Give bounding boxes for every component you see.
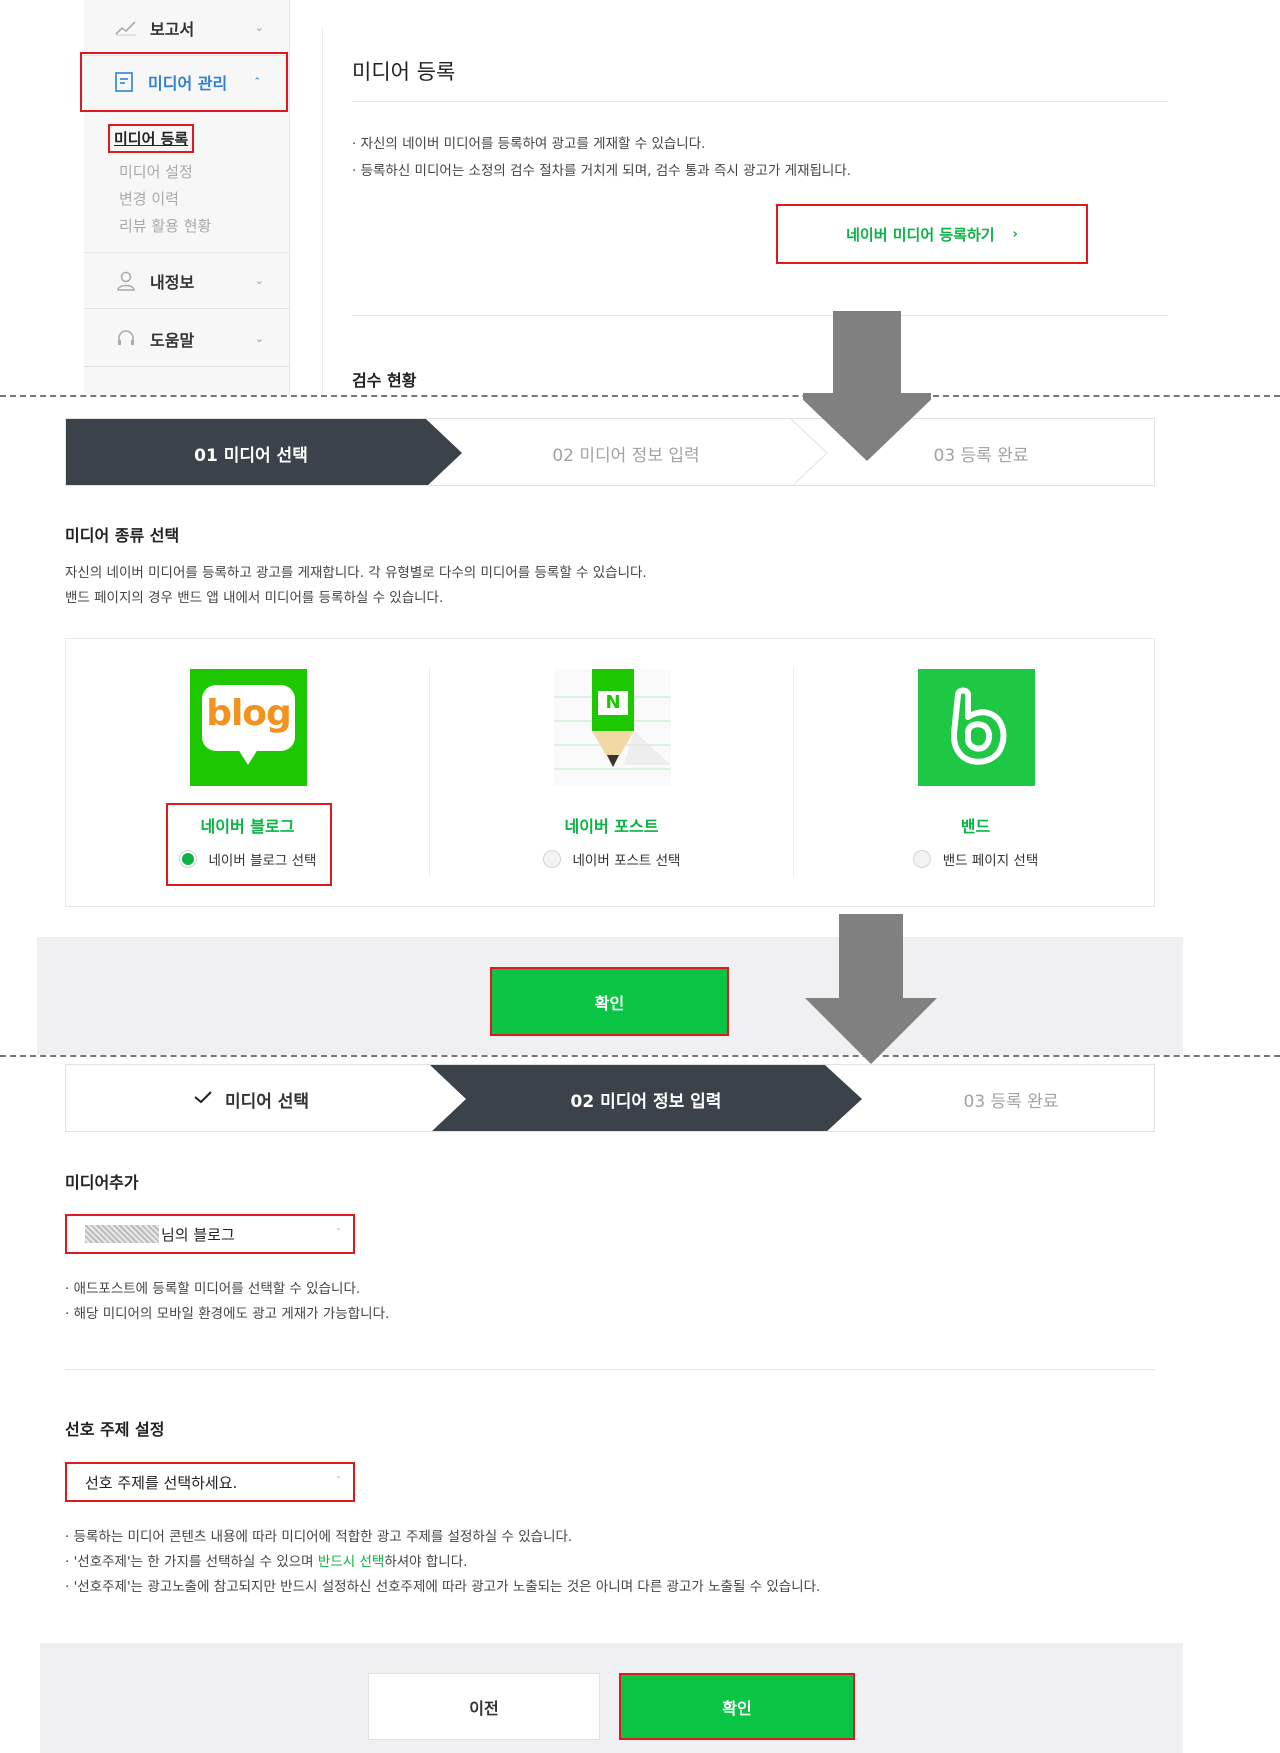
media-name-band: 밴드 [960, 817, 991, 836]
radio-blog[interactable] [178, 850, 197, 868]
media-type-title: 미디어 종류 선택 [65, 526, 180, 545]
topic-note-1: · 등록하는 미디어 콘텐츠 내용에 따라 미디어에 적합한 광고 주제를 설정… [65, 1529, 573, 1545]
section-divider [352, 315, 1168, 316]
flow-arrow-down-icon [803, 311, 931, 461]
media-type-options: blog 네이버 블로그 네이버 블로그 선택 N 네이버 포스트 네이버 포스… [65, 638, 1155, 907]
sidebar-item-media-management[interactable]: 미디어 관리 ˆ [80, 52, 288, 112]
media-note-1: · 애드포스트에 등록할 미디어를 선택할 수 있습니다. [65, 1281, 361, 1297]
topic-select-dropdown[interactable]: 선호 주제를 선택하세요. ˆ [65, 1462, 355, 1502]
chevron-down-icon: ⌄ [254, 274, 264, 287]
submenu-review-status[interactable]: 리뷰 활용 현황 [119, 215, 211, 236]
register-note-2: · 등록하신 미디어는 소정의 검수 절차를 거치게 되며, 검수 통과 즉시 … [352, 163, 852, 179]
submenu-media-settings[interactable]: 미디어 설정 [119, 161, 193, 182]
step2-confirm-button[interactable]: 확인 [619, 1673, 855, 1740]
radio-label-blog: 네이버 블로그 선택 [208, 853, 317, 869]
naver-media-register-button[interactable]: 네이버 미디어 등록하기 › [776, 204, 1088, 264]
sidebar-item-reports[interactable]: 보고서 ⌄ [84, 0, 290, 56]
step-2-media-info: 02 미디어 정보 입력 [570, 1091, 722, 1112]
topic-title: 선호 주제 설정 [65, 1420, 165, 1439]
topic-note-2-pre: · '선호주제'는 한 가지를 선택하실 수 있으며 [65, 1554, 318, 1570]
topic-note-3: · '선호주제'는 광고노출에 참고되지만 반드시 설정하신 선호주제에 따라 … [65, 1579, 821, 1595]
radio-post[interactable] [542, 850, 561, 868]
step-1-media-select: 01 미디어 선택 [194, 445, 308, 466]
media-name-post: 네이버 포스트 [564, 817, 659, 836]
sidebar-item-help[interactable]: 도움말 ⌄ [84, 311, 290, 367]
step-indicator-2: 미디어 선택 02 미디어 정보 입력 03 등록 완료 [65, 1064, 1155, 1132]
sidebar-item-my-info[interactable]: 내정보 ⌄ [84, 253, 290, 309]
band-logo-icon: b [918, 669, 1035, 786]
page-title: 미디어 등록 [352, 60, 456, 84]
media-name-blog: 네이버 블로그 [200, 817, 295, 836]
media-select-value: 님의 블로그 [161, 1225, 235, 1244]
step-2-media-info: 02 미디어 정보 입력 [552, 445, 700, 466]
topic-select-placeholder: 선호 주제를 선택하세요. [85, 1473, 238, 1492]
chevron-down-icon: ⌄ [254, 332, 264, 345]
title-divider [352, 101, 1168, 102]
radio-label-band: 밴드 페이지 선택 [942, 853, 1039, 869]
step-3-complete: 03 등록 완료 [963, 1091, 1059, 1112]
radio-row-band[interactable]: 밴드 페이지 선택 [794, 849, 1157, 869]
prev-button[interactable]: 이전 [368, 1673, 600, 1740]
sidebar-item-label: 미디어 관리 [148, 74, 228, 93]
media-note-2: · 해당 미디어의 모바일 환경에도 광고 게재가 가능합니다. [65, 1306, 390, 1322]
topic-note-2-emphasis: 반드시 선택 [317, 1554, 385, 1570]
blog-logo-text: blog [206, 693, 292, 734]
document-icon [112, 70, 136, 94]
chevron-up-icon: ˆ [336, 1476, 341, 1487]
radio-label-post: 네이버 포스트 선택 [572, 853, 681, 869]
chevron-up-icon: ˆ [254, 75, 261, 89]
sidebar-item-label: 도움말 [150, 330, 195, 350]
sidebar-item-label: 보고서 [150, 19, 195, 39]
submenu-media-register[interactable]: 미디어 등록 [108, 124, 195, 153]
headset-icon [114, 327, 138, 351]
check-icon [193, 1089, 213, 1109]
post-logo-icon: N [554, 669, 671, 786]
sidebar-item-label: 내정보 [150, 272, 195, 292]
media-option-post[interactable]: N 네이버 포스트 네이버 포스트 선택 [430, 639, 793, 908]
chart-line-icon [114, 16, 138, 40]
radio-band[interactable] [912, 850, 931, 868]
redacted-blog-name [85, 1225, 159, 1243]
radio-row-post[interactable]: 네이버 포스트 선택 [430, 849, 793, 869]
chevron-up-icon: ˆ [336, 1228, 341, 1239]
topic-note-2: · '선호주제'는 한 가지를 선택하실 수 있으며 반드시 선택하셔야 합니다… [65, 1549, 467, 1575]
submenu-change-history[interactable]: 변경 이력 [119, 188, 179, 209]
step2-footer [40, 1643, 1183, 1753]
chevron-down-icon: ⌄ [254, 21, 264, 34]
media-type-desc-2: 밴드 페이지의 경우 밴드 앱 내에서 미디어를 등록하실 수 있습니다. [65, 590, 444, 606]
section-separator [0, 1055, 1280, 1057]
step-1-done: 미디어 선택 [66, 1065, 436, 1131]
review-status-title: 검수 현황 [352, 371, 417, 390]
user-icon [114, 269, 138, 293]
media-add-title: 미디어추가 [65, 1173, 139, 1192]
register-button-label: 네이버 미디어 등록하기 [846, 225, 995, 244]
step-1-label: 미디어 선택 [224, 1091, 310, 1112]
media-option-band[interactable]: b 밴드 밴드 페이지 선택 [794, 639, 1157, 908]
radio-row-blog[interactable]: 네이버 블로그 선택 [66, 849, 429, 869]
step-indicator: 01 미디어 선택 02 미디어 정보 입력 03 등록 완료 [65, 418, 1155, 486]
flow-arrow-down-icon [805, 914, 937, 1064]
step1-confirm-button[interactable]: 확인 [490, 967, 729, 1036]
media-select-dropdown[interactable]: 님의 블로그 ˆ [65, 1214, 355, 1254]
topic-note-2-post: 하셔야 합니다. [384, 1554, 468, 1570]
register-note-1: · 자신의 네이버 미디어를 등록하여 광고를 게재할 수 있습니다. [352, 136, 706, 152]
section-divider [65, 1369, 1155, 1370]
blog-logo-icon: blog [190, 669, 307, 786]
media-type-desc-1: 자신의 네이버 미디어를 등록하고 광고를 게재합니다. 각 유형별로 다수의 … [65, 565, 647, 581]
post-logo-text: N [605, 692, 621, 713]
chevron-right-icon: › [1012, 226, 1018, 242]
media-option-blog[interactable]: blog 네이버 블로그 네이버 블로그 선택 [66, 639, 429, 908]
